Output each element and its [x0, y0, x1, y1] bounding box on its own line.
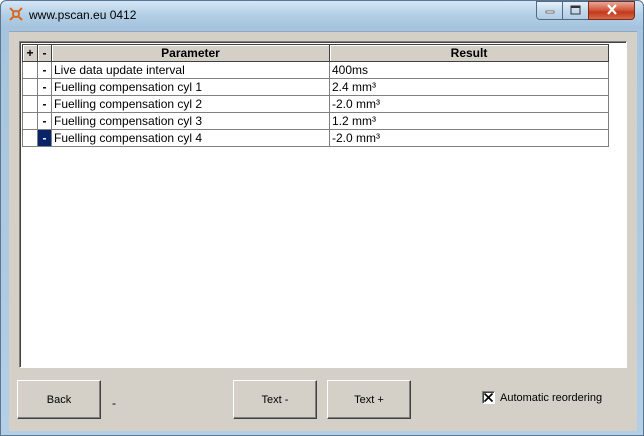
back-button[interactable]: Back	[17, 380, 101, 419]
table-row[interactable]: - Fuelling compensation cyl 2 -2.0 mm³	[22, 95, 609, 113]
parameter-grid[interactable]: + - Parameter Result - Live data update …	[19, 41, 627, 368]
auto-reorder-checkbox[interactable]	[482, 391, 495, 404]
result-cell: 1.2 mm³	[329, 112, 609, 130]
row-marker[interactable]: -	[37, 61, 52, 79]
maximize-icon	[570, 2, 581, 20]
result-cell: -2.0 mm³	[329, 95, 609, 113]
minimize-icon	[545, 2, 555, 20]
row-marker[interactable]: -	[37, 95, 52, 113]
parameter-cell: Fuelling compensation cyl 3	[51, 112, 330, 130]
table-row[interactable]: - Live data update interval 400ms	[22, 61, 609, 79]
collapse-all-header[interactable]: -	[37, 44, 52, 62]
close-icon	[606, 2, 618, 20]
parameter-cell: Live data update interval	[51, 61, 330, 79]
table-row[interactable]: - Fuelling compensation cyl 3 1.2 mm³	[22, 112, 609, 130]
auto-reorder-label[interactable]: Automatic reordering	[500, 392, 602, 404]
row-marker[interactable]: -	[37, 112, 52, 130]
table-row[interactable]: - Fuelling compensation cyl 4 -2.0 mm³	[22, 129, 609, 147]
text-minus-button[interactable]: Text -	[233, 380, 317, 419]
table-header-row: + - Parameter Result	[22, 44, 609, 62]
title-bar[interactable]: www.pscan.eu 0412	[1, 1, 643, 29]
parameter-cell: Fuelling compensation cyl 4	[51, 129, 330, 147]
result-cell: 2.4 mm³	[329, 78, 609, 96]
row-marker[interactable]: -	[37, 78, 52, 96]
parameter-table: + - Parameter Result - Live data update …	[22, 44, 609, 147]
parameter-column-header[interactable]: Parameter	[51, 44, 330, 62]
minimize-button[interactable]	[536, 1, 563, 20]
row-marker-selected[interactable]: -	[37, 129, 52, 147]
parameter-cell: Fuelling compensation cyl 1	[51, 78, 330, 96]
maximize-button[interactable]	[562, 1, 589, 20]
parameter-cell: Fuelling compensation cyl 2	[51, 95, 330, 113]
text-plus-button[interactable]: Text +	[327, 380, 411, 419]
expand-all-header[interactable]: +	[22, 44, 38, 62]
app-window: www.pscan.eu 0412 + - Parameter Result -…	[0, 0, 644, 436]
window-title: www.pscan.eu 0412	[29, 8, 137, 22]
close-button[interactable]	[588, 1, 635, 20]
pscan-logo-icon	[8, 6, 24, 22]
result-column-header[interactable]: Result	[329, 44, 609, 62]
client-area: + - Parameter Result - Live data update …	[9, 31, 637, 431]
result-cell: -2.0 mm³	[329, 129, 609, 147]
status-text: -	[112, 396, 116, 410]
result-cell: 400ms	[329, 61, 609, 79]
table-row[interactable]: - Fuelling compensation cyl 1 2.4 mm³	[22, 78, 609, 96]
